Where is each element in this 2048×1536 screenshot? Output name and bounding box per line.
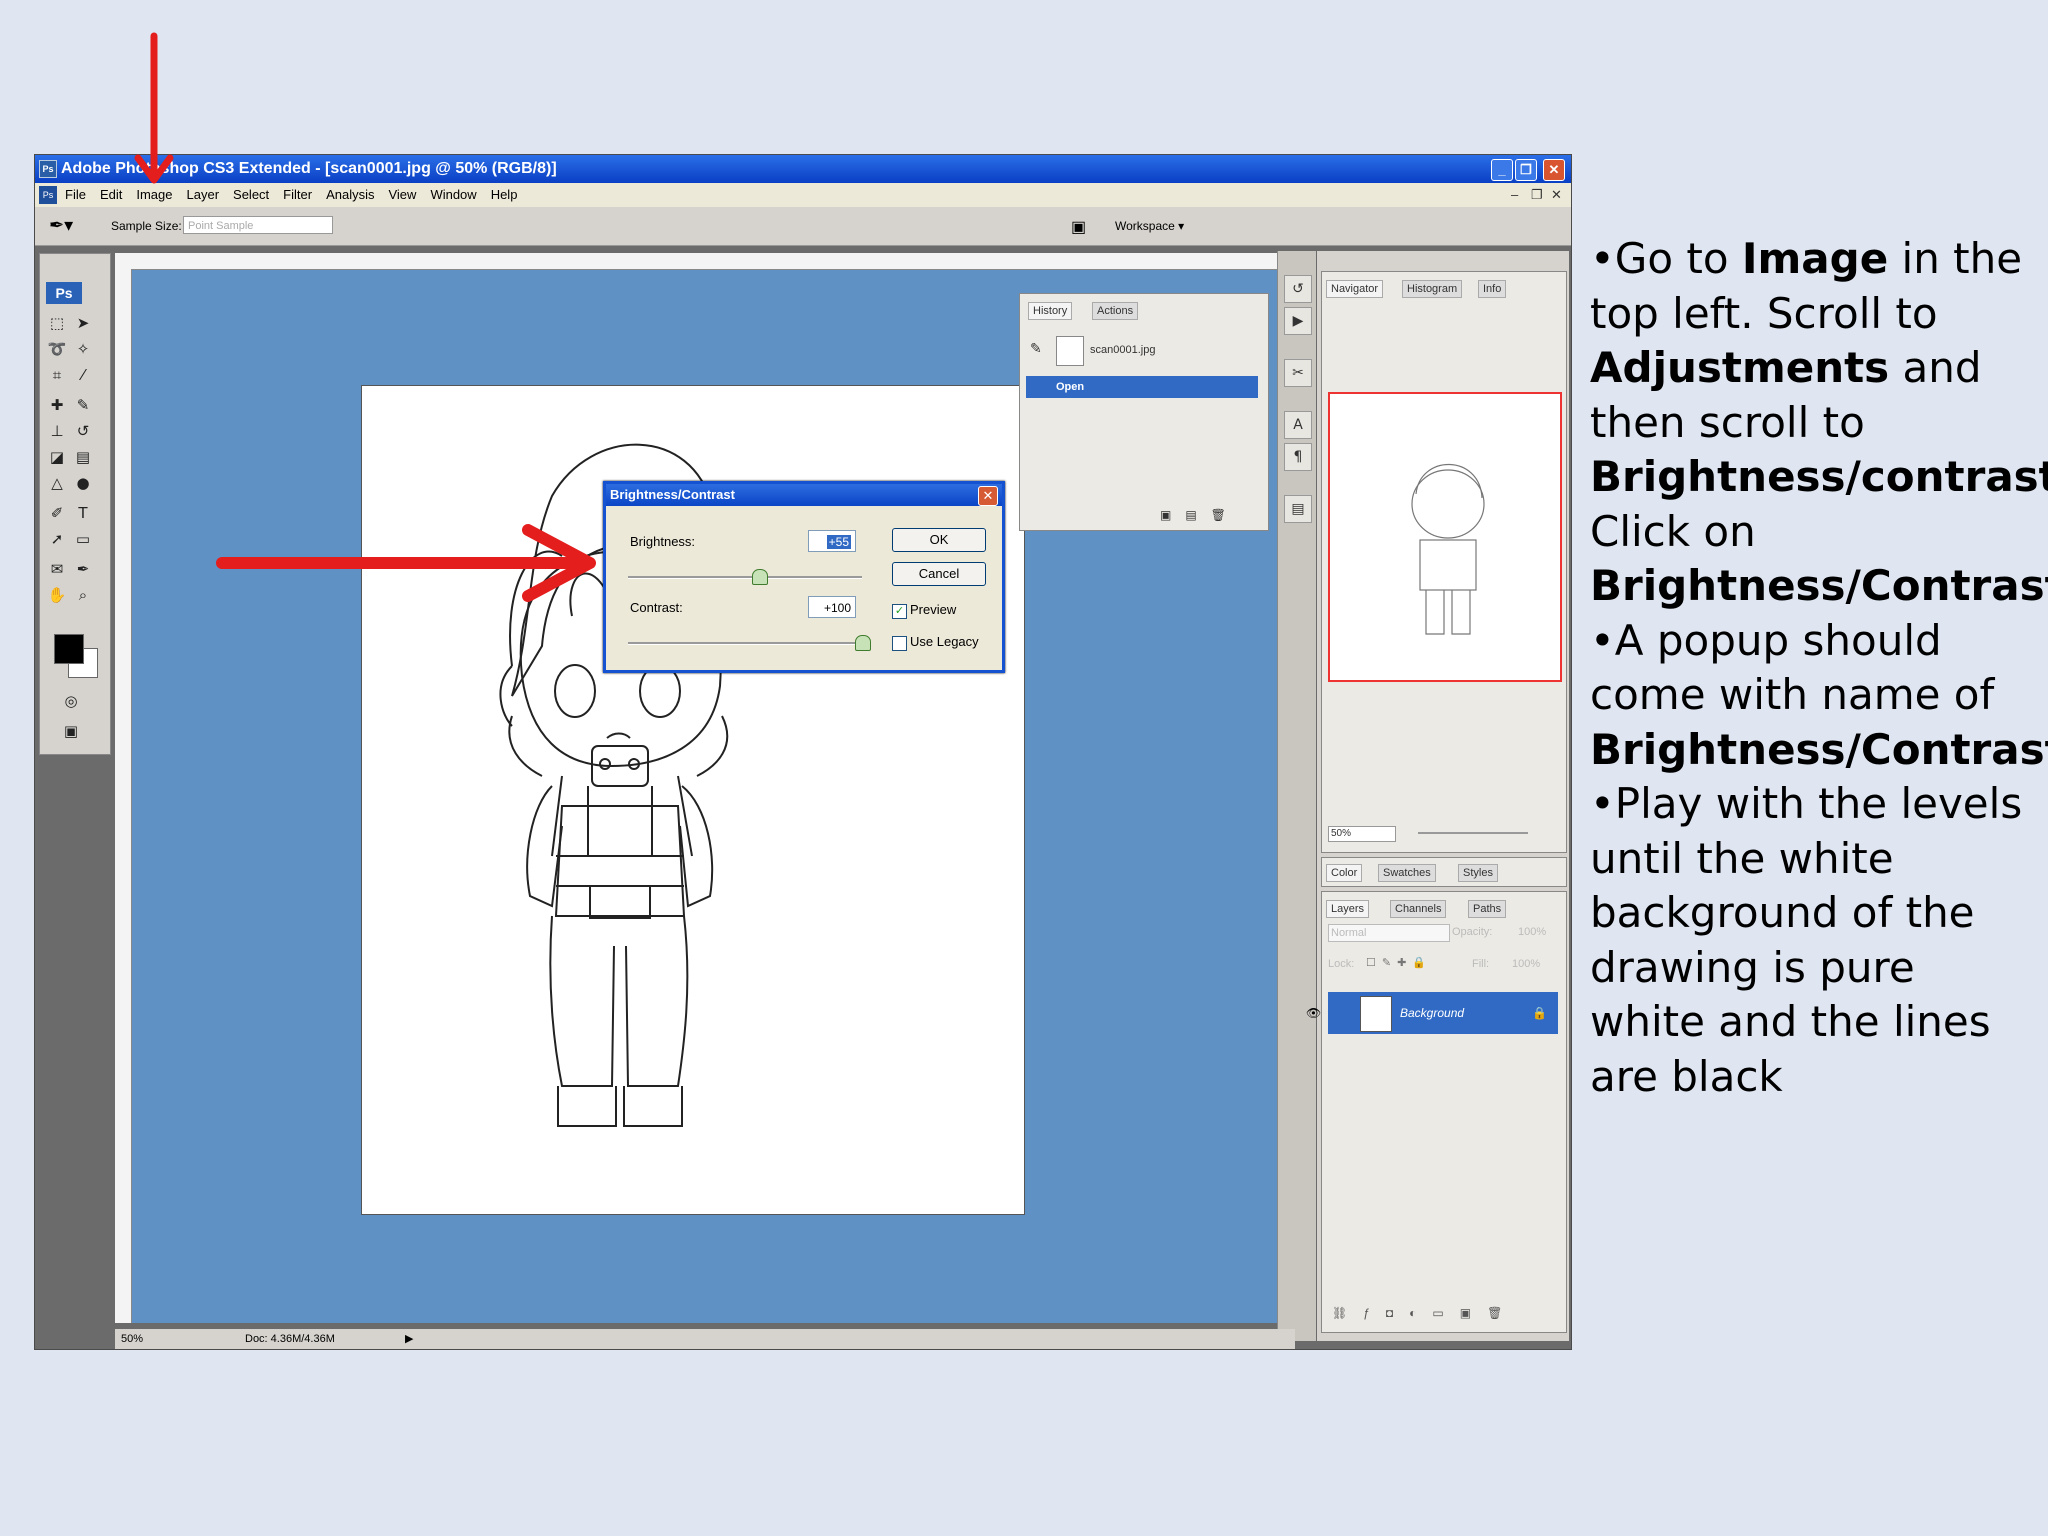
annotation-arrow-right bbox=[216, 524, 596, 602]
annotation-arrow-down bbox=[134, 32, 174, 184]
instruction-step-3: •Play with the levels until the white ba… bbox=[1590, 779, 2023, 1101]
instruction-step-2: •A popup should come with name of Bright… bbox=[1590, 615, 2048, 774]
instruction-text: •Go to Image in the top left. Scroll to … bbox=[1590, 232, 2048, 1104]
instruction-step-1: •Go to Image in the top left. Scroll to … bbox=[1590, 234, 2048, 610]
